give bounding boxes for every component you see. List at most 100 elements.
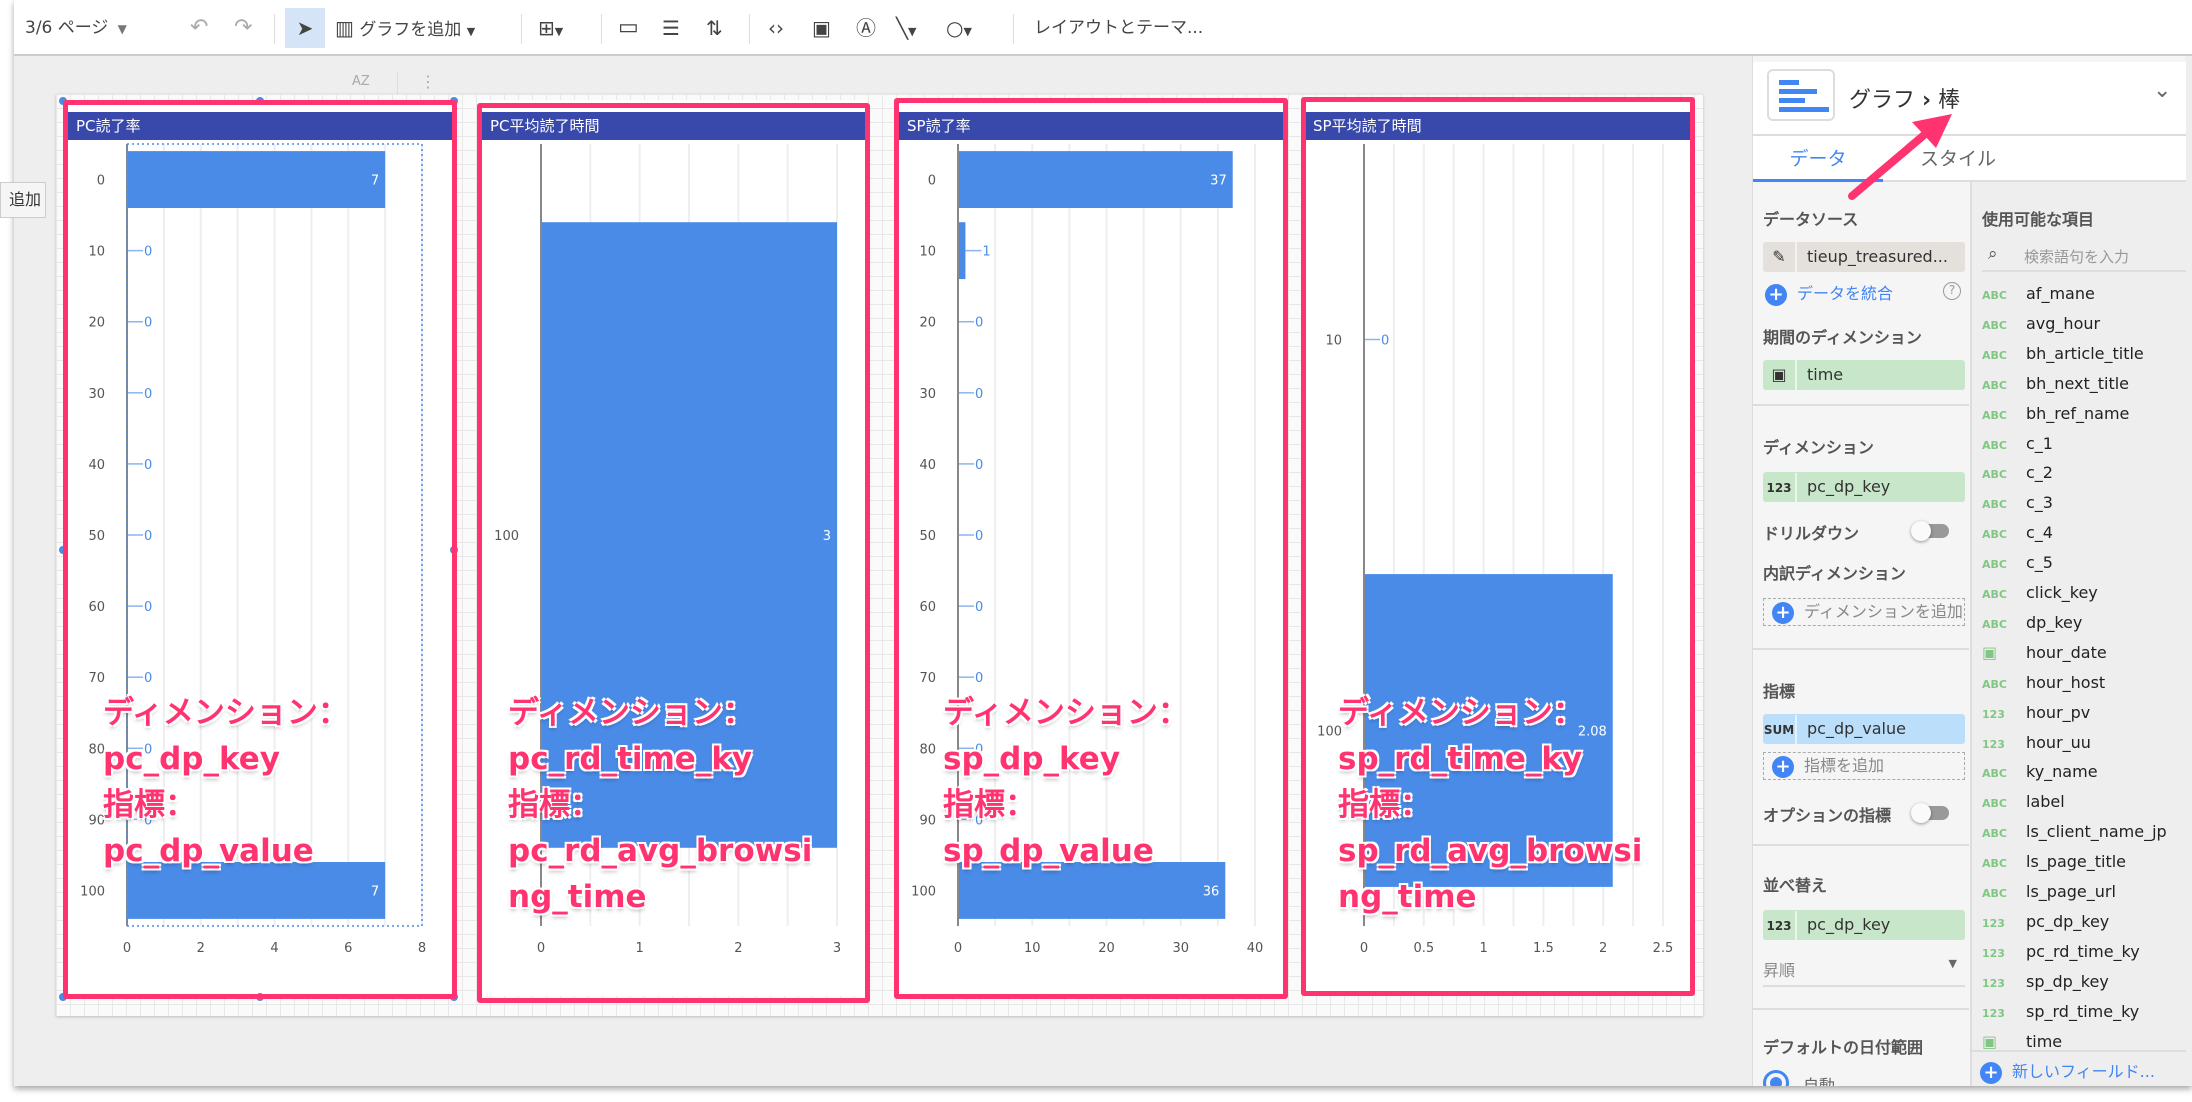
data-source-pill[interactable]: ✎ tieup_treasured... (1763, 242, 1965, 272)
add-metric-button[interactable]: + 指標を追加 (1763, 752, 1965, 780)
sort-order-select[interactable]: 昇順 ▼ (1763, 957, 1965, 987)
field-name: sp_dp_key (2026, 971, 2109, 991)
new-field-button[interactable]: + 新しいフィールド... (1972, 1050, 2186, 1086)
field-name: hour_host (2026, 672, 2106, 692)
field-item[interactable]: ABC label (1982, 788, 2065, 816)
layout-theme-button[interactable]: レイアウトとテーマ... (1034, 14, 1203, 42)
section-label: 並べ替え (1763, 876, 1828, 895)
field-name: avg_hour (2026, 313, 2101, 333)
field-item[interactable]: ABC c_5 (1982, 549, 2053, 577)
field-item[interactable]: ABC af_mane (1982, 280, 2095, 308)
annotation: ディメンション： pc_dp_key 指標： pc_dp_value (103, 695, 349, 869)
field-item[interactable]: ▣ hour_date (1982, 639, 2107, 667)
field-item[interactable]: ABC c_2 (1982, 459, 2053, 487)
field-item[interactable]: ABC c_4 (1982, 519, 2053, 547)
text-type-icon: ABC (1982, 378, 2007, 392)
image-icon[interactable]: ▣ (812, 14, 831, 42)
sort-icon[interactable]: AZ (352, 74, 370, 89)
help-icon[interactable]: ? (1943, 282, 1961, 300)
field-item[interactable]: 123 sp_dp_key (1982, 968, 2109, 996)
field-name: ky_name (2026, 762, 2098, 782)
undo-icon[interactable]: ↶ (190, 14, 208, 42)
field-name: click_key (2026, 583, 2098, 602)
drilldown-toggle[interactable] (1911, 521, 1949, 541)
text-type-icon: ABC (1982, 558, 2007, 572)
divider (1753, 844, 1969, 846)
shape-icon[interactable]: ○▼ (946, 14, 972, 42)
text-type-icon: ABC (1982, 498, 2007, 512)
select-icon[interactable]: ➤ (285, 8, 325, 48)
data-control-icon[interactable]: ⇅ (706, 14, 723, 42)
field-name: ls_page_title (2026, 852, 2127, 872)
auto-label: 自動 (1803, 1076, 1836, 1086)
field-item[interactable]: ABC hour_host (1982, 669, 2105, 697)
add-chart-icon: ▥ (335, 16, 354, 40)
section-label: デフォルトの日付範囲 (1763, 1038, 1924, 1057)
chevron-down-icon: ▼ (466, 25, 476, 38)
field-item[interactable]: 123 pc_dp_key (1982, 908, 2109, 936)
annotation: ディメンション： sp_dp_key 指標： sp_dp_value (943, 695, 1189, 869)
components-icon[interactable]: ⊞▼ (538, 14, 563, 42)
dimension-pill[interactable]: 123 pc_dp_key (1763, 472, 1965, 502)
field-name: c_4 (2026, 523, 2053, 543)
field-name: time (2026, 1031, 2063, 1051)
plus-icon: + (1772, 755, 1794, 778)
add-dimension-button[interactable]: + ディメンションを追加 (1763, 598, 1965, 626)
annotation: ディメンション： pc_rd_time_ky 指標： pc_rd_avg_browsi… (508, 695, 813, 915)
properties-panel: グラフ › 棒 ⌄ データ スタイル データソース ✎ tieup_treasur… (1752, 56, 2186, 1086)
field-name: ls_client_name_jp (2026, 822, 2167, 842)
field-name: ls_page_url (2026, 882, 2116, 901)
field-item[interactable]: ABC bh_article_title (1982, 340, 2144, 368)
pencil-icon[interactable]: ✎ (1763, 242, 1797, 272)
text-type-icon: ABC (1982, 348, 2007, 362)
field-item[interactable]: ABC avg_hour (1982, 310, 2100, 338)
field-item[interactable]: 123 sp_rd_time_ky (1982, 998, 2139, 1026)
field-item[interactable]: ABC c_1 (1982, 430, 2053, 458)
section-label: ディメンション (1763, 438, 1874, 457)
number-type-icon: 123 (1982, 707, 2005, 721)
line-icon[interactable]: ╲▼ (896, 14, 917, 42)
field-item[interactable]: 123 hour_pv (1982, 699, 2090, 727)
add-chart-button[interactable]: ▥ グラフを追加 ▼ (335, 14, 475, 42)
field-item[interactable]: 123 pc_rd_time_ky (1982, 938, 2140, 966)
calendar-icon[interactable]: ▭ (618, 14, 639, 42)
metric-pill[interactable]: SUM pc_dp_value (1763, 714, 1965, 744)
redo-icon[interactable]: ↷ (234, 14, 252, 42)
chevron-down-icon[interactable]: ⌄ (2153, 78, 2171, 103)
toolbar-divider (274, 14, 275, 44)
field-item[interactable]: ABC click_key (1982, 579, 2098, 607)
field-name: sp_rd_time_ky (2026, 1001, 2140, 1021)
more-icon[interactable]: ⋮ (420, 72, 436, 91)
auto-radio[interactable] (1763, 1070, 1789, 1086)
field-item[interactable]: ABC c_3 (1982, 489, 2053, 517)
add-chart-label: グラフを追加 (359, 20, 462, 40)
text-type-icon: ABC (1982, 588, 2007, 601)
toolbar-divider (601, 14, 602, 44)
text-type-icon: ABC (1982, 677, 2007, 691)
toolbar-divider (1013, 14, 1014, 44)
field-item[interactable]: ABC dp_key (1982, 609, 2082, 637)
text-type-icon: ABC (1982, 887, 2007, 900)
optional-metrics-toggle[interactable] (1911, 803, 1949, 823)
divider (1753, 1008, 1969, 1010)
text-icon[interactable]: Ⓐ (856, 14, 876, 42)
sort-field-pill[interactable]: 123 pc_dp_key (1763, 910, 1965, 940)
field-name: af_mane (2026, 284, 2095, 303)
field-item[interactable]: ABC ls_page_title (1982, 848, 2126, 876)
page-selector[interactable]: 3/6 ページ ▼ (25, 14, 127, 42)
text-type-icon: ABC (1982, 468, 2007, 482)
code-icon[interactable]: ‹› (768, 14, 784, 42)
field-item[interactable]: ABC ls_page_url (1982, 878, 2116, 906)
field-item[interactable]: ABC ls_client_name_jp (1982, 818, 2167, 846)
available-fields: 使用可能な項目 ⌕ 検索語句を入力 ABC af_mane ABC avg_hour A… (1970, 182, 2186, 1086)
aggregation-label[interactable]: SUM (1763, 715, 1797, 744)
date-dimension-pill[interactable]: ▣ time (1763, 360, 1965, 390)
field-item[interactable]: ABC bh_next_title (1982, 370, 2129, 398)
field-item[interactable]: 123 hour_uu (1982, 729, 2091, 757)
field-item[interactable]: ABC ky_name (1982, 758, 2098, 786)
field-search-input[interactable]: ⌕ 検索語句を入力 (1982, 242, 2186, 272)
calendar-icon: ▣ (1982, 642, 1998, 662)
field-item[interactable]: ABC bh_ref_name (1982, 400, 2129, 428)
filter-icon[interactable]: ☰ (662, 14, 680, 42)
blend-data-button[interactable]: + データを統合 (1757, 280, 1893, 306)
